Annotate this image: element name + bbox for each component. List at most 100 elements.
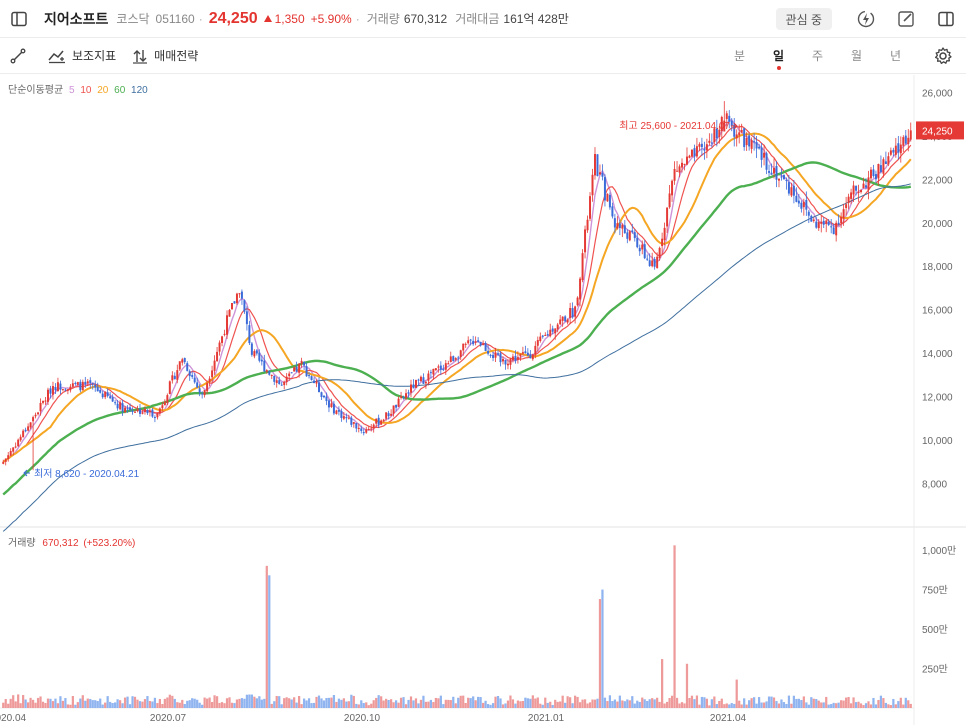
candle-body	[258, 352, 261, 361]
quick-order-button[interactable]	[846, 0, 886, 38]
candle-body	[877, 164, 880, 179]
candle-body	[377, 417, 380, 425]
candle-body	[636, 237, 639, 248]
volume-bar	[496, 696, 500, 708]
volume-bar	[215, 696, 219, 708]
volume-bar	[233, 703, 236, 708]
volume-bar	[765, 701, 768, 708]
volume-bar	[603, 697, 607, 708]
layout-button[interactable]	[926, 0, 966, 38]
watchlist-button[interactable]: 관심 중	[775, 8, 832, 30]
period-tab-month[interactable]: 월	[837, 38, 876, 74]
candle-body	[238, 293, 241, 295]
volume-bar	[787, 695, 791, 708]
volume-bar	[874, 704, 878, 708]
stock-name[interactable]: 지어소프트	[44, 9, 108, 29]
candle-body	[576, 297, 579, 306]
candle-body	[608, 194, 611, 208]
candle-body	[94, 384, 97, 388]
candle-body	[447, 363, 450, 365]
candle-body	[618, 223, 621, 229]
candle-body	[797, 200, 800, 204]
candle-body	[892, 149, 895, 153]
candle-body	[795, 195, 798, 202]
volume-bar	[432, 702, 435, 708]
memo-button[interactable]	[886, 0, 926, 38]
candle-body	[196, 382, 199, 388]
volume-bar	[332, 694, 336, 708]
candle-body	[556, 324, 559, 330]
candle-body	[822, 220, 825, 225]
pen-line-icon	[10, 48, 26, 63]
volume-bar	[325, 697, 328, 708]
candle-body	[902, 137, 905, 146]
active-dot	[777, 66, 781, 70]
volume-bar	[36, 697, 40, 708]
volume-bar	[94, 700, 97, 708]
candle-body	[51, 386, 54, 395]
candle-body	[434, 368, 437, 371]
volume-bar	[84, 700, 87, 708]
candle-body	[151, 409, 154, 417]
candle-body	[392, 405, 395, 414]
volume-bar	[7, 703, 10, 708]
volume-bar	[586, 703, 589, 708]
candle-body	[439, 365, 442, 370]
candle-body	[12, 447, 15, 452]
candle-body	[633, 232, 636, 239]
candle-body	[569, 307, 572, 318]
volume-bar	[658, 701, 661, 708]
volume-bar	[815, 698, 818, 708]
price-chart[interactable]: 26,00024,00022,00020,00018,00016,00014,0…	[0, 75, 966, 725]
period-tab-week[interactable]: 주	[798, 38, 837, 74]
period-tab-year[interactable]: 년	[876, 38, 915, 74]
candle-body	[521, 352, 524, 354]
volume-bar	[442, 704, 445, 708]
volume-bar	[596, 698, 599, 708]
volume-bar	[375, 697, 378, 708]
volume-bar	[842, 700, 845, 708]
volume-bar	[46, 698, 50, 708]
strategy-button[interactable]: 매매전략	[132, 38, 198, 74]
volume-bar	[56, 703, 60, 708]
candle-body	[109, 396, 112, 399]
candle-body	[47, 389, 49, 402]
price-change: 1,350	[274, 11, 305, 26]
volume-bar	[186, 700, 189, 708]
volume-bar	[762, 702, 766, 708]
volume-bar	[621, 700, 624, 708]
volume-bar	[830, 704, 833, 708]
candle-body	[584, 229, 587, 253]
candle-body	[524, 351, 527, 354]
period-tab-day[interactable]: 일	[759, 38, 798, 74]
volume-bar	[317, 695, 321, 708]
candle-body	[235, 293, 238, 304]
chart-settings-button[interactable]	[926, 38, 960, 74]
candle-body	[158, 408, 161, 414]
volume-bar	[626, 699, 629, 708]
volume-bar	[91, 700, 94, 708]
candle-body	[253, 351, 256, 357]
volume-bar	[486, 704, 490, 708]
volume-bar	[191, 698, 194, 708]
candle-body	[459, 350, 462, 357]
indicators-button[interactable]: 보조지표	[48, 38, 116, 74]
drawing-tool-button[interactable]	[0, 38, 36, 74]
sidebar-toggle-button[interactable]	[0, 0, 38, 38]
volume-bar	[285, 697, 288, 708]
candle-body	[489, 354, 492, 356]
candle-body	[487, 350, 490, 354]
volume-bar	[556, 701, 559, 708]
candle-body	[206, 383, 209, 392]
period-tab-minute[interactable]: 분	[720, 38, 759, 74]
volume-bar	[810, 697, 813, 708]
volume-bar	[636, 700, 639, 708]
candle-body	[156, 413, 159, 418]
candle-body	[484, 343, 487, 351]
volume-bar	[598, 599, 602, 708]
volume-bar	[111, 703, 114, 708]
candle-body	[134, 411, 137, 413]
volume-bar	[295, 702, 298, 708]
volume-bar	[81, 695, 84, 708]
volume-bar	[780, 699, 783, 708]
